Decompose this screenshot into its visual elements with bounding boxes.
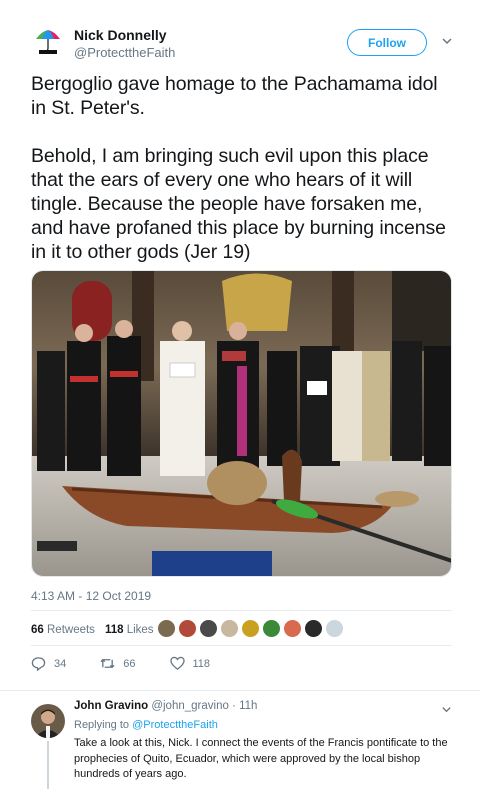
reply-author-name[interactable]: John Gravino — [74, 700, 148, 712]
likes-stat[interactable]: 118 Likes — [105, 624, 154, 636]
liker-avatars — [157, 619, 344, 638]
replying-prefix: Replying to — [74, 719, 130, 731]
retweet-count: 66 — [123, 657, 136, 670]
tweet-photo[interactable] — [31, 270, 452, 577]
author-handle[interactable]: @ProtecttheFaith — [74, 45, 175, 60]
liker-avatar[interactable] — [220, 619, 239, 638]
replying-to: Replying to @ProtecttheFaith — [74, 719, 218, 731]
chevron-down-icon[interactable] — [441, 35, 453, 47]
tweet-actions: 34 66 118 — [31, 656, 244, 671]
reply-header: John Gravino @john_gravino · 11h — [74, 700, 258, 712]
umbrella-logo-icon — [31, 24, 65, 58]
retweet-icon — [100, 658, 115, 669]
reply-author-handle[interactable]: @john_gravino — [151, 700, 229, 712]
tweet-card: Nick Donnelly @ProtecttheFaith Follow Be… — [0, 0, 480, 789]
reply-author-avatar[interactable] — [31, 704, 65, 738]
engagement-stats: 66 Retweets 118 Likes — [31, 624, 154, 636]
retweets-stat[interactable]: 66 Retweets — [31, 624, 95, 636]
liker-avatar[interactable] — [283, 619, 302, 638]
likes-count: 118 — [104, 624, 124, 636]
liker-avatar[interactable] — [262, 619, 281, 638]
author-name[interactable]: Nick Donnelly — [74, 27, 167, 43]
liker-avatar[interactable] — [304, 619, 323, 638]
thread-line — [47, 741, 49, 789]
retweets-count: 66 — [31, 624, 44, 636]
liker-avatar[interactable] — [325, 619, 344, 638]
retweet-button[interactable]: 66 — [100, 656, 136, 671]
divider — [31, 645, 452, 646]
liker-avatar[interactable] — [241, 619, 260, 638]
reply-tweet[interactable]: John Gravino @john_gravino · 11h Replyin… — [0, 692, 480, 789]
liker-avatar[interactable] — [199, 619, 218, 638]
author-avatar[interactable] — [31, 24, 65, 58]
divider — [31, 610, 452, 611]
tweet-text: Bergoglio gave homage to the Pachamama i… — [31, 73, 446, 263]
retweets-label: Retweets — [47, 624, 95, 636]
likes-label: Likes — [126, 624, 154, 636]
divider — [0, 690, 480, 691]
heart-icon — [169, 656, 185, 670]
replying-to-link[interactable]: @ProtecttheFaith — [132, 719, 218, 731]
chevron-down-icon[interactable] — [441, 704, 452, 715]
reply-count: 34 — [54, 657, 67, 670]
reply-text: Take a look at this, Nick. I connect the… — [74, 737, 448, 780]
tweet-timestamp[interactable]: 4:13 AM - 12 Oct 2019 — [31, 589, 151, 603]
liker-avatar[interactable] — [157, 619, 176, 638]
liker-avatar[interactable] — [178, 619, 197, 638]
like-count: 118 — [192, 657, 211, 670]
reply-icon — [31, 657, 46, 671]
follow-button[interactable]: Follow — [347, 29, 427, 56]
reply-button[interactable]: 34 — [31, 656, 66, 671]
reply-time[interactable]: 11h — [239, 700, 257, 712]
like-button[interactable]: 118 — [169, 656, 211, 671]
